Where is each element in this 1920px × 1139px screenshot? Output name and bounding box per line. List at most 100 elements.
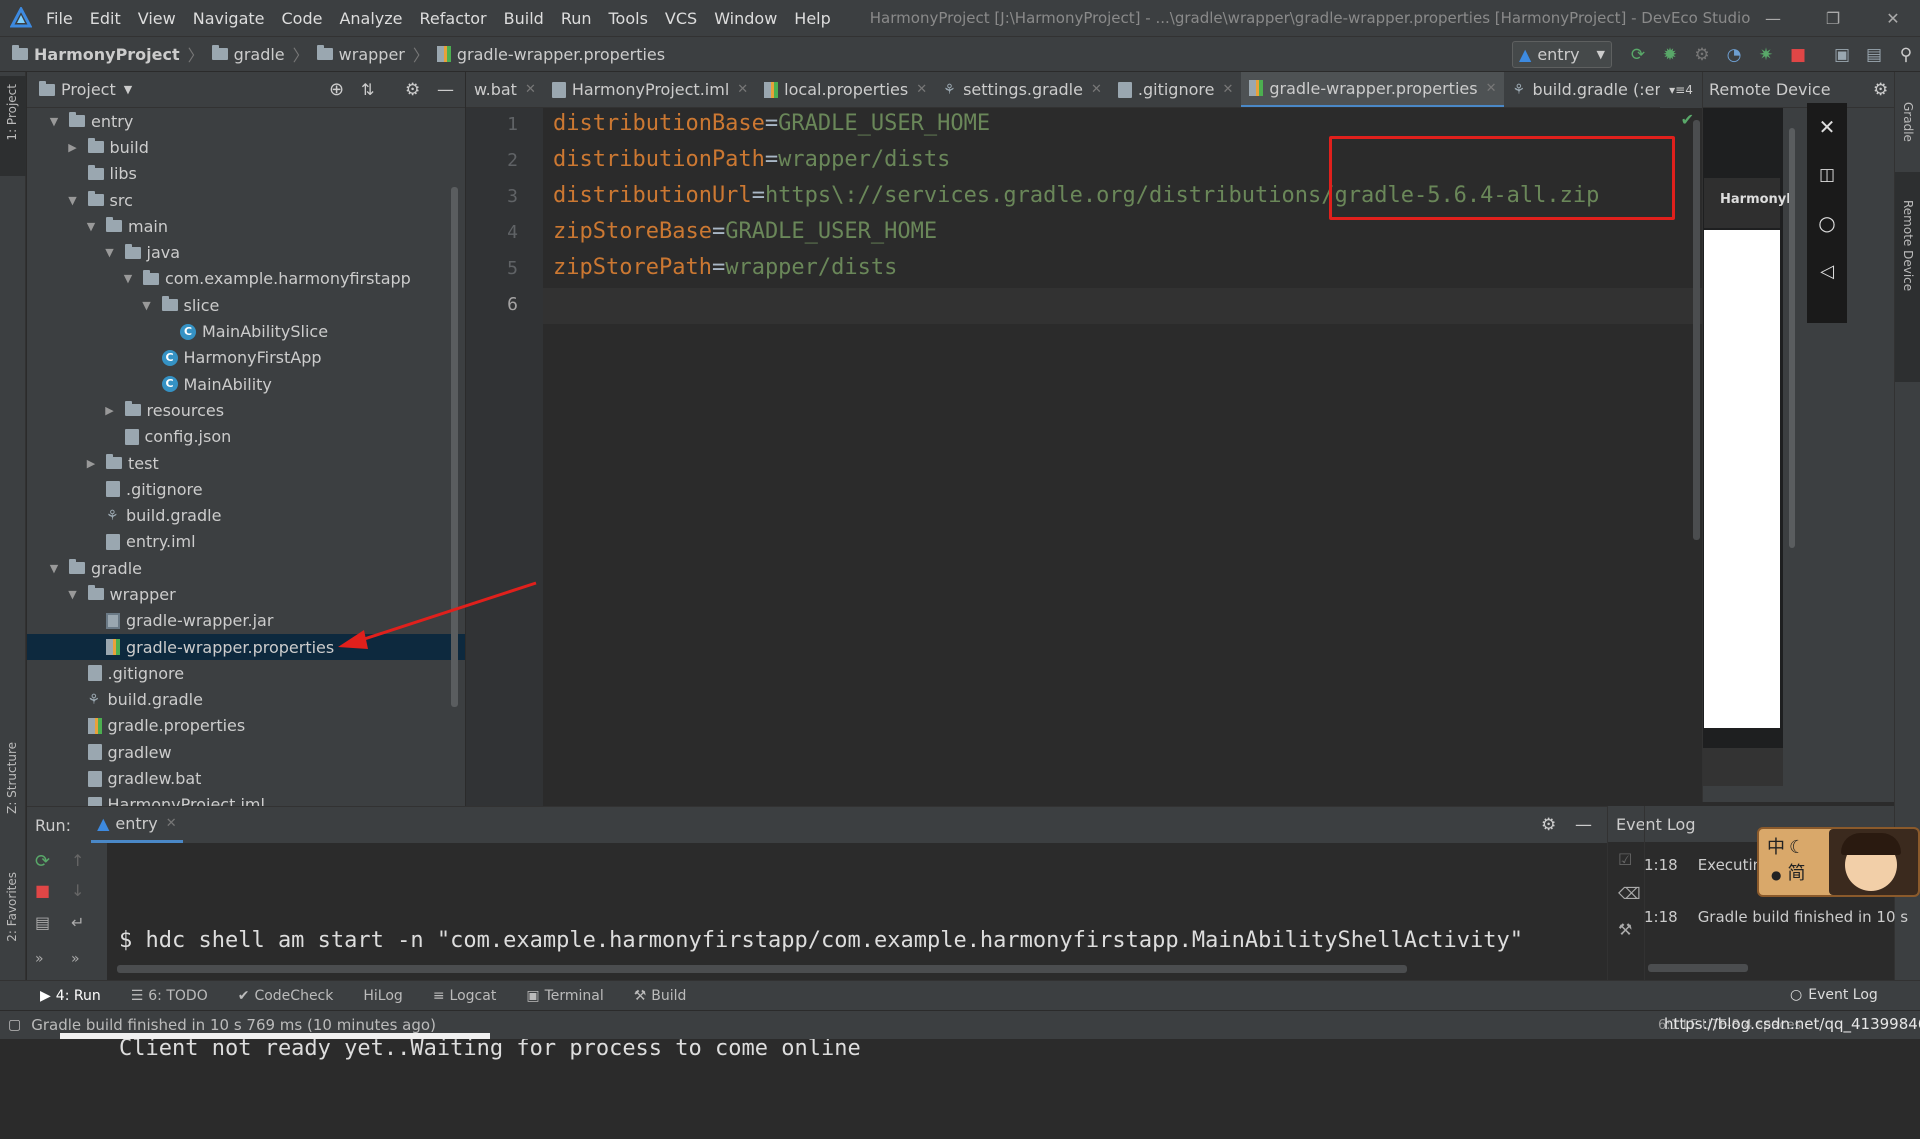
maximize-button[interactable]: ❐ bbox=[1805, 0, 1861, 36]
bottom-tab-hilog[interactable]: HiLog bbox=[363, 988, 402, 1004]
tree-item[interactable]: config.json bbox=[27, 424, 465, 450]
bottom-tab-terminal[interactable]: ▣ Terminal bbox=[526, 988, 603, 1004]
editor-tab[interactable]: gradle-wrapper.properties ✕ bbox=[1241, 72, 1505, 107]
event-log-scrollbar[interactable] bbox=[1648, 964, 1748, 972]
tree-item[interactable]: .gitignore bbox=[27, 476, 465, 502]
gear-icon[interactable]: ⚙ bbox=[1541, 815, 1556, 835]
ime-toolbar[interactable]: 中 ☾ ● 简 bbox=[1757, 827, 1920, 897]
tree-item[interactable]: HarmonyProject.iml bbox=[27, 792, 465, 806]
project-structure-icon[interactable]: ▣ bbox=[1829, 42, 1855, 68]
profile-icon[interactable]: ◔ bbox=[1721, 42, 1747, 68]
tree-item[interactable]: gradle.properties bbox=[27, 713, 465, 739]
favorites-tool-tab[interactable]: 2: Favorites bbox=[5, 872, 19, 942]
tabs-overflow-button[interactable]: ▾≡ 4 bbox=[1660, 72, 1702, 108]
close-tab-icon[interactable]: ✕ bbox=[166, 816, 177, 831]
tree-item[interactable]: ▶ resources bbox=[27, 397, 465, 423]
tree-item[interactable]: libs bbox=[27, 161, 465, 187]
close-tab-icon[interactable]: ✕ bbox=[916, 82, 927, 97]
breadcrumb-wrapper[interactable]: wrapper bbox=[339, 45, 405, 64]
menu-help[interactable]: Help bbox=[794, 9, 830, 28]
expanded-arrow-icon[interactable]: ▼ bbox=[140, 299, 154, 312]
menu-refactor[interactable]: Refactor bbox=[420, 9, 487, 28]
close-window-button[interactable]: ✕ bbox=[1865, 0, 1920, 36]
tree-item[interactable]: ▼ slice bbox=[27, 292, 465, 318]
tree-item[interactable]: gradlew bbox=[27, 739, 465, 765]
ime-simplified-mode[interactable]: 简 bbox=[1787, 863, 1805, 884]
expanded-arrow-icon[interactable]: ▼ bbox=[66, 588, 80, 601]
menu-navigate[interactable]: Navigate bbox=[193, 9, 265, 28]
menu-code[interactable]: Code bbox=[282, 9, 323, 28]
tree-item[interactable]: ▼ com.example.harmonyfirstapp bbox=[27, 266, 465, 292]
back-icon[interactable]: ◁ bbox=[1807, 247, 1847, 295]
gradle-tool-tab[interactable]: Gradle bbox=[1901, 102, 1915, 142]
menu-analyze[interactable]: Analyze bbox=[339, 9, 402, 28]
close-icon[interactable]: ✕ bbox=[1807, 103, 1847, 151]
structure-tool-tab[interactable]: Z: Structure bbox=[5, 742, 19, 814]
mark-read-icon[interactable]: ☑ bbox=[1618, 850, 1632, 869]
search-icon[interactable]: ⚲ bbox=[1893, 42, 1919, 68]
tree-item[interactable]: ▶ build bbox=[27, 134, 465, 160]
collapse-all-icon[interactable]: ⇅ bbox=[361, 80, 374, 99]
tree-item[interactable]: entry.iml bbox=[27, 529, 465, 555]
tree-item[interactable]: ⚘ build.gradle bbox=[27, 502, 465, 528]
project-view-select[interactable]: Project bbox=[61, 80, 116, 99]
editor-tab[interactable]: local.properties ✕ bbox=[756, 72, 935, 107]
run-tab-entry[interactable]: ▲ entry ✕ bbox=[91, 807, 183, 843]
remote-scrollbar[interactable] bbox=[1789, 128, 1795, 548]
rotate-icon[interactable]: ◫ bbox=[1807, 151, 1847, 199]
soft-wrap-icon[interactable]: ↵ bbox=[71, 913, 84, 932]
gear-icon[interactable]: ⚙ bbox=[405, 80, 420, 100]
minimize-button[interactable]: — bbox=[1745, 0, 1801, 36]
expanded-arrow-icon[interactable]: ▼ bbox=[103, 246, 117, 259]
bottom-tab-todo[interactable]: ☰ 6: TODO bbox=[131, 988, 208, 1004]
editor-tab[interactable]: HarmonyProject.iml ✕ bbox=[544, 72, 756, 107]
attach-icon[interactable]: ⚙ bbox=[1689, 42, 1715, 68]
close-tab-icon[interactable]: ✕ bbox=[1222, 82, 1233, 97]
bottom-tab-logcat[interactable]: ≡ Logcat bbox=[433, 988, 497, 1004]
hide-panel-icon[interactable]: — bbox=[1575, 815, 1592, 835]
collapsed-arrow-icon[interactable]: ▶ bbox=[84, 457, 98, 470]
expanded-arrow-icon[interactable]: ▼ bbox=[121, 272, 135, 285]
close-tab-icon[interactable]: ✕ bbox=[1486, 81, 1497, 96]
menu-tools[interactable]: Tools bbox=[609, 9, 648, 28]
menu-vcs[interactable]: VCS bbox=[665, 9, 697, 28]
gear-icon[interactable]: ⚙ bbox=[1873, 80, 1888, 100]
project-tool-tab[interactable]: 1: Project bbox=[0, 76, 26, 176]
editor-tab[interactable]: ⚘ settings.gradle ✕ bbox=[935, 72, 1110, 107]
collapsed-arrow-icon[interactable]: ▶ bbox=[103, 404, 117, 417]
expanded-arrow-icon[interactable]: ▼ bbox=[84, 220, 98, 233]
tree-item[interactable]: .gitignore bbox=[27, 660, 465, 686]
rerun-icon[interactable]: ⟳ bbox=[1625, 42, 1651, 68]
hide-panel-icon[interactable]: — bbox=[437, 80, 454, 100]
tree-item[interactable]: gradlew.bat bbox=[27, 765, 465, 791]
layout-icon[interactable]: ▤ bbox=[35, 913, 50, 932]
collapsed-arrow-icon[interactable]: ▶ bbox=[66, 141, 80, 154]
chevron-down-icon[interactable]: ▼ bbox=[124, 83, 132, 96]
up-arrow-icon[interactable]: ↑ bbox=[71, 851, 84, 870]
close-tab-icon[interactable]: ✕ bbox=[737, 82, 748, 97]
wrench-icon[interactable]: ⚒ bbox=[1618, 920, 1632, 939]
expanded-arrow-icon[interactable]: ▼ bbox=[66, 194, 80, 207]
tree-item[interactable]: C MainAbility bbox=[27, 371, 465, 397]
tree-item[interactable]: ▼ main bbox=[27, 213, 465, 239]
bottom-tab-codecheck[interactable]: ✔ CodeCheck bbox=[238, 988, 334, 1004]
menu-window[interactable]: Window bbox=[714, 9, 777, 28]
menu-build[interactable]: Build bbox=[504, 9, 544, 28]
breadcrumb-project[interactable]: HarmonyProject bbox=[34, 45, 180, 64]
down-arrow-icon[interactable]: ↓ bbox=[71, 881, 84, 900]
bottom-tab-build[interactable]: ⚒ Build bbox=[634, 988, 687, 1004]
run-config-select[interactable]: ▲ entry ▼ bbox=[1512, 41, 1612, 68]
tree-item[interactable]: ▼ src bbox=[27, 187, 465, 213]
emulator-screen[interactable]: Harmonyl bbox=[1703, 108, 1791, 786]
rerun-icon[interactable]: ⟳ bbox=[35, 851, 50, 872]
tree-item[interactable]: ▼ java bbox=[27, 239, 465, 265]
debug-attach-icon[interactable]: ✷ bbox=[1753, 42, 1779, 68]
tree-item[interactable]: ▶ test bbox=[27, 450, 465, 476]
ime-chinese-mode[interactable]: 中 bbox=[1767, 837, 1785, 858]
bottom-tab-run[interactable]: ▶ 4: Run bbox=[40, 988, 101, 1004]
trash-icon[interactable]: ⌫ bbox=[1618, 884, 1641, 903]
status-toggle-icon[interactable]: ▢ bbox=[8, 1017, 21, 1033]
menu-run[interactable]: Run bbox=[561, 9, 592, 28]
more-icon[interactable]: » bbox=[35, 951, 44, 967]
tree-item[interactable]: ⚘ build.gradle bbox=[27, 687, 465, 713]
